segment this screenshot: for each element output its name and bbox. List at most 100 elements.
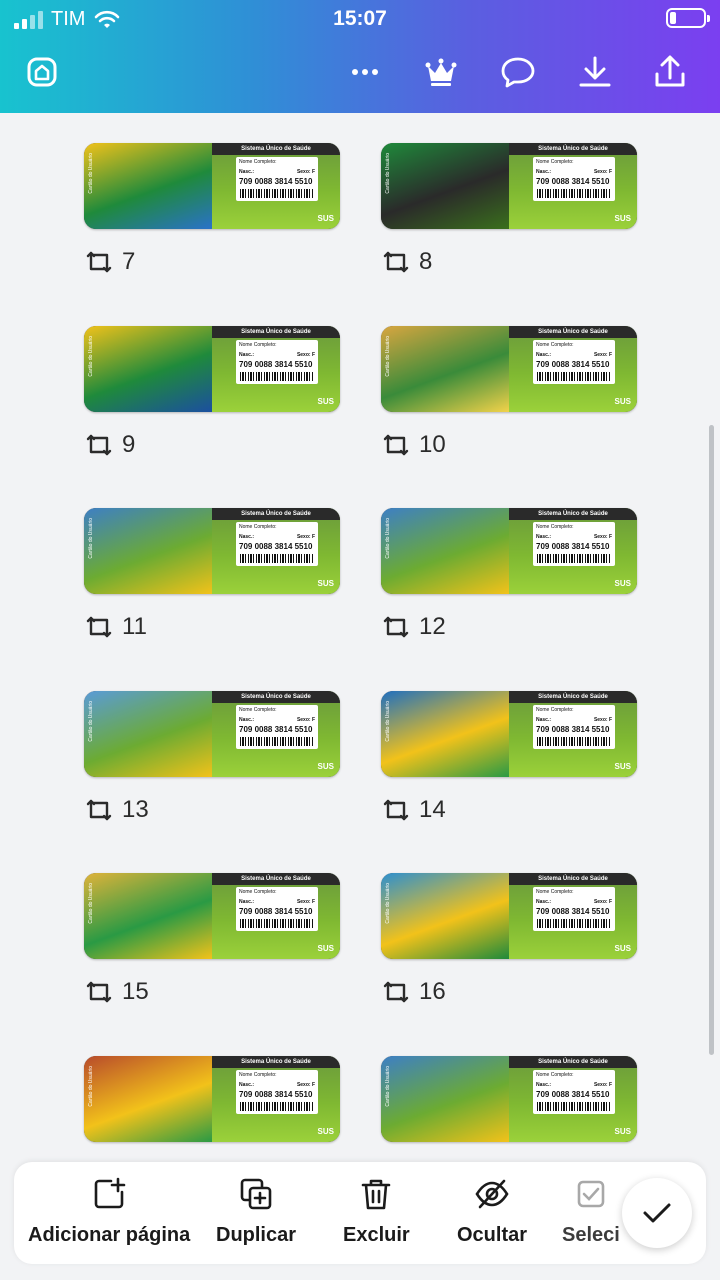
card-illustration xyxy=(84,143,212,229)
page-thumbnail[interactable]: Cartão do Usuário Sistema Único de Saúde… xyxy=(84,690,340,777)
card-barcode xyxy=(240,1101,314,1111)
done-button[interactable] xyxy=(622,1178,692,1248)
select-button[interactable]: Seleci xyxy=(562,1176,620,1247)
card-name-label: Nome Completo: xyxy=(536,341,574,348)
share-button[interactable] xyxy=(650,52,690,92)
card-barcode xyxy=(240,371,314,381)
page-thumbnail[interactable]: Cartão do Usuário Sistema Único de Saúde… xyxy=(84,873,340,959)
more-options-button[interactable] xyxy=(345,52,385,92)
home-icon xyxy=(27,57,57,87)
card-sus-logo: SUS xyxy=(317,761,334,771)
card-birth-label: Nasc.: xyxy=(536,716,552,723)
card-name-label: Nome Completo: xyxy=(536,889,574,895)
card-birth-label: Nasc.: xyxy=(239,716,255,723)
duplicate-button[interactable]: Duplicar xyxy=(216,1176,296,1247)
page-number-label: 16 xyxy=(383,978,446,1006)
page-number-label: 11 xyxy=(86,613,147,641)
card-illustration xyxy=(381,143,509,229)
card-number: 709 0088 3814 5510 xyxy=(239,724,313,734)
page-thumbnail[interactable]: Cartão do Usuário Sistema Único de Saúde… xyxy=(84,325,340,412)
status-bar: TIM 15:07 xyxy=(0,0,720,40)
card-sex-label: Sexo: F xyxy=(593,351,612,358)
card-sus-logo: SUS xyxy=(614,214,631,223)
page-thumbnail[interactable]: Cartão do Usuário Sistema Único de Saúde… xyxy=(381,325,637,412)
card-info-panel: Sistema Único de Saúde Nome Completo: Na… xyxy=(212,143,340,229)
card-system-title: Sistema Único de Saúde xyxy=(212,1055,340,1068)
card-number: 709 0088 3814 5510 xyxy=(239,542,313,551)
page-transition-icon xyxy=(86,616,112,638)
card-barcode xyxy=(537,554,611,563)
card-side-label: Cartão do Usuário xyxy=(88,518,94,559)
page-number-label: 13 xyxy=(86,796,149,824)
card-illustration xyxy=(84,1055,212,1142)
page-number: 7 xyxy=(122,248,136,275)
add-page-button[interactable]: Adicionar página xyxy=(28,1176,190,1247)
card-birth-label: Nasc.: xyxy=(239,1081,255,1088)
card-system-title: Sistema Único de Saúde xyxy=(212,690,340,703)
card-name-label: Nome Completo: xyxy=(239,1071,277,1078)
scrollbar[interactable] xyxy=(709,425,714,1055)
card-birth-label: Nasc.: xyxy=(536,534,552,540)
page-actions-bar: Adicionar página Duplicar Excluir Oculta… xyxy=(14,1162,706,1264)
page-number: 14 xyxy=(419,795,446,823)
card-side-label: Cartão do Usuário xyxy=(385,335,391,377)
page-transition-icon xyxy=(383,434,409,455)
card-name-label: Nome Completo: xyxy=(536,706,574,713)
card-name-label: Nome Completo: xyxy=(239,159,277,165)
page-thumbnail[interactable]: Cartão do Usuário Sistema Único de Saúde… xyxy=(381,873,637,959)
card-info-box: Nome Completo: Nasc.: Sexo: F 709 0088 3… xyxy=(236,157,318,201)
card-birth-label: Nasc.: xyxy=(239,534,255,540)
card-system-title: Sistema Único de Saúde xyxy=(212,508,340,520)
add-page-label: Adicionar página xyxy=(28,1224,191,1246)
card-barcode xyxy=(240,554,314,563)
card-info-box: Nome Completo: Nasc.: Sexo: F 709 0088 3… xyxy=(236,522,318,566)
card-info-panel: Sistema Único de Saúde Nome Completo: Na… xyxy=(212,690,340,777)
page-number: 9 xyxy=(122,430,136,458)
card-barcode xyxy=(537,736,611,746)
page-thumbnail[interactable]: Cartão do Usuário Sistema Único de Saúde… xyxy=(381,690,637,777)
card-illustration xyxy=(381,508,509,594)
hide-button[interactable]: Ocultar xyxy=(457,1176,527,1247)
card-sex-label: Sexo: F xyxy=(593,169,612,175)
card-illustration xyxy=(84,690,212,777)
card-info-box: Nome Completo: Nasc.: Sexo: F 709 0088 3… xyxy=(533,339,615,384)
card-number: 709 0088 3814 5510 xyxy=(239,177,313,186)
card-info-panel: Sistema Único de Saúde Nome Completo: Na… xyxy=(212,325,340,412)
page-thumbnail[interactable]: Cartão do Usuário Sistema Único de Saúde… xyxy=(381,508,637,594)
premium-button[interactable] xyxy=(421,52,461,92)
card-sex-label: Sexo: F xyxy=(296,351,315,358)
clock: 15:07 xyxy=(333,7,387,30)
delete-label: Excluir xyxy=(343,1224,410,1246)
page-thumbnail[interactable]: Cartão do Usuário Sistema Único de Saúde… xyxy=(381,1055,637,1142)
card-number: 709 0088 3814 5510 xyxy=(536,177,610,186)
card-barcode xyxy=(537,371,611,381)
download-button[interactable] xyxy=(575,52,615,92)
card-sus-logo: SUS xyxy=(614,761,631,771)
page-thumbnail[interactable]: Cartão do Usuário Sistema Único de Saúde… xyxy=(84,143,340,229)
card-system-title: Sistema Único de Saúde xyxy=(509,873,637,885)
card-birth-label: Nasc.: xyxy=(239,351,255,358)
card-sus-logo: SUS xyxy=(614,1126,631,1136)
card-barcode xyxy=(537,189,611,198)
card-birth-label: Nasc.: xyxy=(536,351,552,358)
card-name-label: Nome Completo: xyxy=(536,524,574,530)
page-number: 10 xyxy=(419,430,446,458)
card-info-panel: Sistema Único de Saúde Nome Completo: Na… xyxy=(509,325,637,412)
card-info-panel: Sistema Único de Saúde Nome Completo: Na… xyxy=(212,1055,340,1142)
card-info-panel: Sistema Único de Saúde Nome Completo: Na… xyxy=(509,1055,637,1142)
page-thumbnail[interactable]: Cartão do Usuário Sistema Único de Saúde… xyxy=(84,508,340,594)
comments-button[interactable] xyxy=(498,52,538,92)
battery-icon xyxy=(666,8,710,28)
card-name-label: Nome Completo: xyxy=(536,1071,574,1078)
page-thumbnail[interactable]: Cartão do Usuário Sistema Único de Saúde… xyxy=(381,143,637,229)
page-thumbnail[interactable]: Cartão do Usuário Sistema Único de Saúde… xyxy=(84,1055,340,1142)
delete-button[interactable]: Excluir xyxy=(343,1176,410,1247)
page-number-label: 14 xyxy=(383,796,446,824)
card-info-panel: Sistema Único de Saúde Nome Completo: Na… xyxy=(509,143,637,229)
card-info-box: Nome Completo: Nasc.: Sexo: F 709 0088 3… xyxy=(236,1069,318,1114)
card-info-box: Nome Completo: Nasc.: Sexo: F 709 0088 3… xyxy=(236,704,318,749)
home-button[interactable] xyxy=(22,52,62,92)
card-number: 709 0088 3814 5510 xyxy=(239,1089,313,1099)
page-number-label: 10 xyxy=(383,431,446,459)
card-sex-label: Sexo: F xyxy=(296,899,315,905)
